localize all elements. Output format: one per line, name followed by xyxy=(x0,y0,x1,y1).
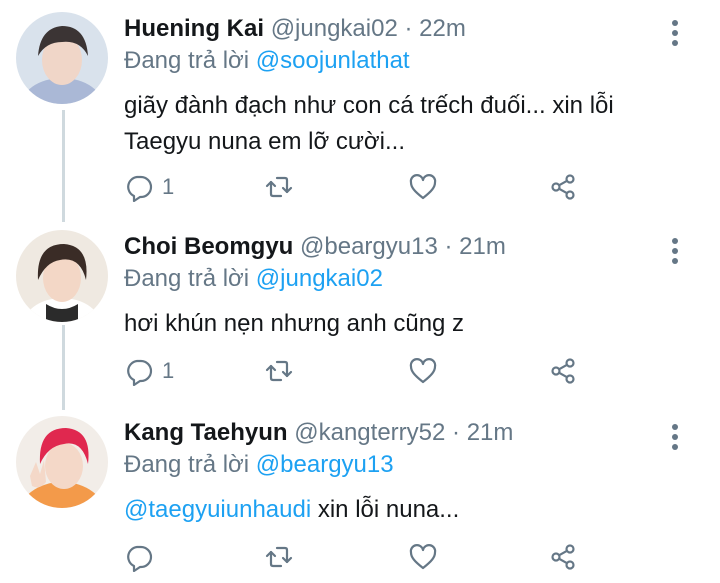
retweet-icon xyxy=(265,176,293,198)
reply-button[interactable]: 1 xyxy=(124,354,174,388)
retweet-icon xyxy=(265,360,293,382)
avatar[interactable] xyxy=(16,12,108,104)
reply-prefix: Đang trả lời xyxy=(124,47,250,74)
reply-context: Đang trả lời @jungkai02 xyxy=(124,264,383,294)
retweet-button[interactable] xyxy=(264,354,294,388)
more-icon[interactable] xyxy=(670,20,680,48)
reply-count: 1 xyxy=(162,358,175,383)
like-icon xyxy=(409,358,437,384)
retweet-icon xyxy=(265,546,293,568)
action-bar: 1 xyxy=(124,354,604,388)
timestamp[interactable]: 22m xyxy=(419,15,466,42)
reply-mention[interactable]: @jungkai02 xyxy=(256,265,383,292)
share-button[interactable] xyxy=(548,540,578,574)
action-bar xyxy=(124,540,604,574)
like-button[interactable] xyxy=(408,354,438,388)
more-icon[interactable] xyxy=(670,238,680,266)
tweet-text: @taegyuiunhaudi xin lỗi nuna... xyxy=(124,492,694,528)
tweet[interactable]: Kang Taehyun @kangterry52 · 21m Đang trả… xyxy=(0,416,720,583)
reply-icon xyxy=(127,359,153,386)
display-name[interactable]: Kang Taehyun xyxy=(124,419,288,446)
tweet[interactable]: Choi Beomgyu @beargyu13 · 21m Đang trả l… xyxy=(0,230,720,400)
reply-button[interactable]: 1 xyxy=(124,170,174,204)
separator: · xyxy=(452,419,461,446)
reply-count: 1 xyxy=(162,174,175,199)
reply-icon xyxy=(127,545,153,572)
reply-button[interactable] xyxy=(124,540,162,574)
share-button[interactable] xyxy=(548,354,578,388)
like-button[interactable] xyxy=(408,540,438,574)
avatar[interactable] xyxy=(16,416,108,508)
separator: · xyxy=(404,15,413,42)
reply-icon xyxy=(127,175,153,202)
separator: · xyxy=(444,233,453,260)
timestamp[interactable]: 21m xyxy=(459,233,506,260)
text-mention[interactable]: @taegyuiunhaudi xyxy=(124,496,311,523)
like-icon xyxy=(409,174,437,200)
display-name[interactable]: Huening Kai xyxy=(124,15,264,42)
avatar[interactable] xyxy=(16,230,108,322)
share-icon xyxy=(551,544,575,570)
user-handle[interactable]: @jungkai02 xyxy=(271,15,398,42)
display-name[interactable]: Choi Beomgyu xyxy=(124,233,293,260)
timestamp[interactable]: 21m xyxy=(467,419,514,446)
share-icon xyxy=(551,358,575,384)
user-handle[interactable]: @beargyu13 xyxy=(300,233,438,260)
tweet-header: Huening Kai @jungkai02 · 22m xyxy=(124,14,466,44)
more-icon[interactable] xyxy=(670,424,680,452)
share-icon xyxy=(551,174,575,200)
like-button[interactable] xyxy=(408,170,438,204)
tweet-text: hơi khún nẹn nhưng anh cũng z xyxy=(124,306,694,342)
reply-prefix: Đang trả lời xyxy=(124,451,250,478)
tweet-text: giãy đành đạch như con cá trếch đuối... … xyxy=(124,88,694,160)
action-bar: 1 xyxy=(124,170,604,204)
reply-context: Đang trả lời @beargyu13 xyxy=(124,450,394,480)
user-handle[interactable]: @kangterry52 xyxy=(294,419,445,446)
retweet-button[interactable] xyxy=(264,170,294,204)
retweet-button[interactable] xyxy=(264,540,294,574)
tweet-text-line: @taegyuiunhaudi xin lỗi nuna... xyxy=(124,492,694,528)
reply-mention[interactable]: @soojunlathat xyxy=(256,47,410,74)
reply-context: Đang trả lời @soojunlathat xyxy=(124,46,410,76)
tweet[interactable]: Huening Kai @jungkai02 · 22m Đang trả lờ… xyxy=(0,12,720,212)
tweet-text-line: hơi khún nẹn nhưng anh cũng z xyxy=(124,310,465,337)
share-button[interactable] xyxy=(548,170,578,204)
tweet-text-rest: xin lỗi nuna... xyxy=(311,496,460,523)
tweet-text-line: giãy đành đạch như con cá trếch đuối... … xyxy=(124,92,614,119)
tweet-text-line: Taegyu nuna em lỡ cười... xyxy=(124,128,406,155)
tweet-header: Choi Beomgyu @beargyu13 · 21m xyxy=(124,232,506,262)
reply-prefix: Đang trả lời xyxy=(124,265,250,292)
like-icon xyxy=(409,544,437,570)
tweet-header: Kang Taehyun @kangterry52 · 21m xyxy=(124,418,513,448)
reply-mention[interactable]: @beargyu13 xyxy=(256,451,394,478)
